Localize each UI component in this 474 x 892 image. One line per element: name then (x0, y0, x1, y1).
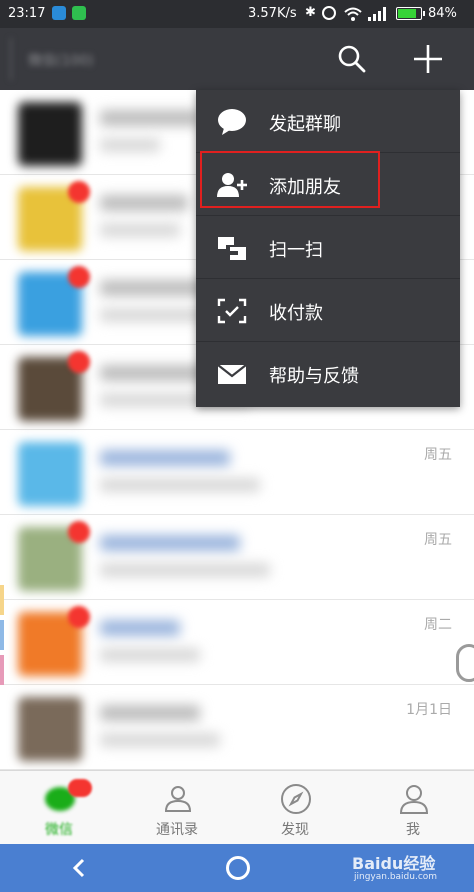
status-bar: 23:17 3.57K/s ✱ 84% (0, 0, 474, 28)
search-icon[interactable] (336, 43, 368, 75)
chat-time: 1月1日 (406, 702, 452, 718)
menu-item-payment[interactable]: 收付款 (196, 279, 460, 342)
wifi-icon (344, 7, 362, 21)
chat-preview (100, 733, 220, 747)
unread-badge (68, 606, 90, 628)
contacts-icon (164, 786, 192, 812)
chat-preview (100, 563, 270, 577)
menu-item-label: 发起群聊 (269, 114, 341, 135)
alarm-icon (322, 6, 336, 20)
signal-icon (368, 7, 386, 21)
menu-item-scan[interactable]: 扫一扫 (196, 216, 460, 279)
baidu-watermark: Baidu经验 jingyan.baidu.com (352, 850, 437, 882)
account-title: 微信(100) (10, 38, 140, 80)
bluetooth-icon: ✱ (305, 5, 316, 20)
battery-fill (398, 9, 416, 18)
chat-name (100, 195, 188, 211)
wechat-notification-icon (72, 6, 86, 20)
chat-row[interactable]: 周二 (0, 600, 474, 685)
chat-preview (100, 648, 200, 662)
chat-preview (100, 223, 180, 237)
tab-label: 发现 (281, 822, 309, 838)
tab-me[interactable]: 我 (354, 771, 472, 845)
scan-icon (218, 237, 246, 260)
avatar (18, 102, 82, 166)
tab-label: 微信 (45, 822, 73, 838)
chat-name (100, 110, 200, 126)
avatar (18, 697, 82, 761)
menu-item-group-chat[interactable]: 发起群聊 (196, 90, 460, 153)
avatar (18, 442, 82, 506)
battery-percent: 84% (428, 6, 457, 21)
app-notification-icon (52, 6, 66, 20)
chat-row[interactable]: 周五 (0, 515, 474, 600)
menu-item-label: 扫一扫 (269, 240, 323, 261)
tab-bar: 微信 通讯录 发现 我 (0, 770, 474, 844)
chat-time: 周二 (424, 617, 452, 633)
back-icon[interactable] (66, 854, 94, 882)
watermark-url: jingyan.baidu.com (354, 872, 438, 882)
network-speed: 3.57K/s (248, 6, 297, 21)
add-menu: 发起群聊 添加朋友 扫一扫 收付款 帮助与反馈 (196, 90, 460, 407)
floating-handle[interactable] (456, 644, 474, 682)
chat-name (100, 705, 200, 721)
home-icon[interactable] (226, 856, 250, 880)
chat-row[interactable]: 周五 (0, 430, 474, 515)
payment-icon (217, 298, 247, 324)
side-tab-blue (0, 620, 4, 650)
unread-badge (68, 266, 90, 288)
unread-badge (68, 351, 90, 373)
chat-name (100, 620, 180, 636)
discover-compass-icon (281, 784, 311, 814)
battery-icon (396, 7, 425, 20)
menu-item-label: 收付款 (269, 303, 323, 324)
unread-badge (68, 181, 90, 203)
tab-label: 通讯录 (156, 822, 198, 838)
chat-bubble-icon (218, 109, 246, 135)
tab-badge (68, 779, 92, 797)
side-tab-pink (0, 655, 4, 685)
chat-row[interactable]: 1月1日 (0, 685, 474, 770)
chat-name (100, 535, 240, 551)
envelope-icon (217, 364, 247, 384)
chat-time: 周五 (424, 532, 452, 548)
chat-time: 周五 (424, 447, 452, 463)
system-nav-bar: Baidu经验 jingyan.baidu.com (0, 844, 474, 892)
me-person-icon (399, 785, 429, 814)
action-bar: 微信(100) (0, 28, 474, 90)
tab-label: 我 (406, 822, 420, 838)
chat-preview (100, 478, 260, 492)
highlight-annotation (200, 151, 380, 208)
tab-discover[interactable]: 发现 (236, 771, 354, 845)
menu-item-help-feedback[interactable]: 帮助与反馈 (196, 342, 460, 405)
side-tab-yellow (0, 585, 4, 615)
tab-contacts[interactable]: 通讯录 (118, 771, 236, 845)
plus-icon[interactable] (410, 41, 446, 77)
status-time: 23:17 (8, 6, 46, 21)
watermark-text: Baidu经验 (352, 854, 436, 873)
menu-item-label: 帮助与反馈 (269, 366, 359, 387)
unread-badge (68, 521, 90, 543)
chat-preview (100, 138, 160, 152)
tab-chats[interactable]: 微信 (0, 771, 118, 845)
chat-name (100, 450, 230, 466)
